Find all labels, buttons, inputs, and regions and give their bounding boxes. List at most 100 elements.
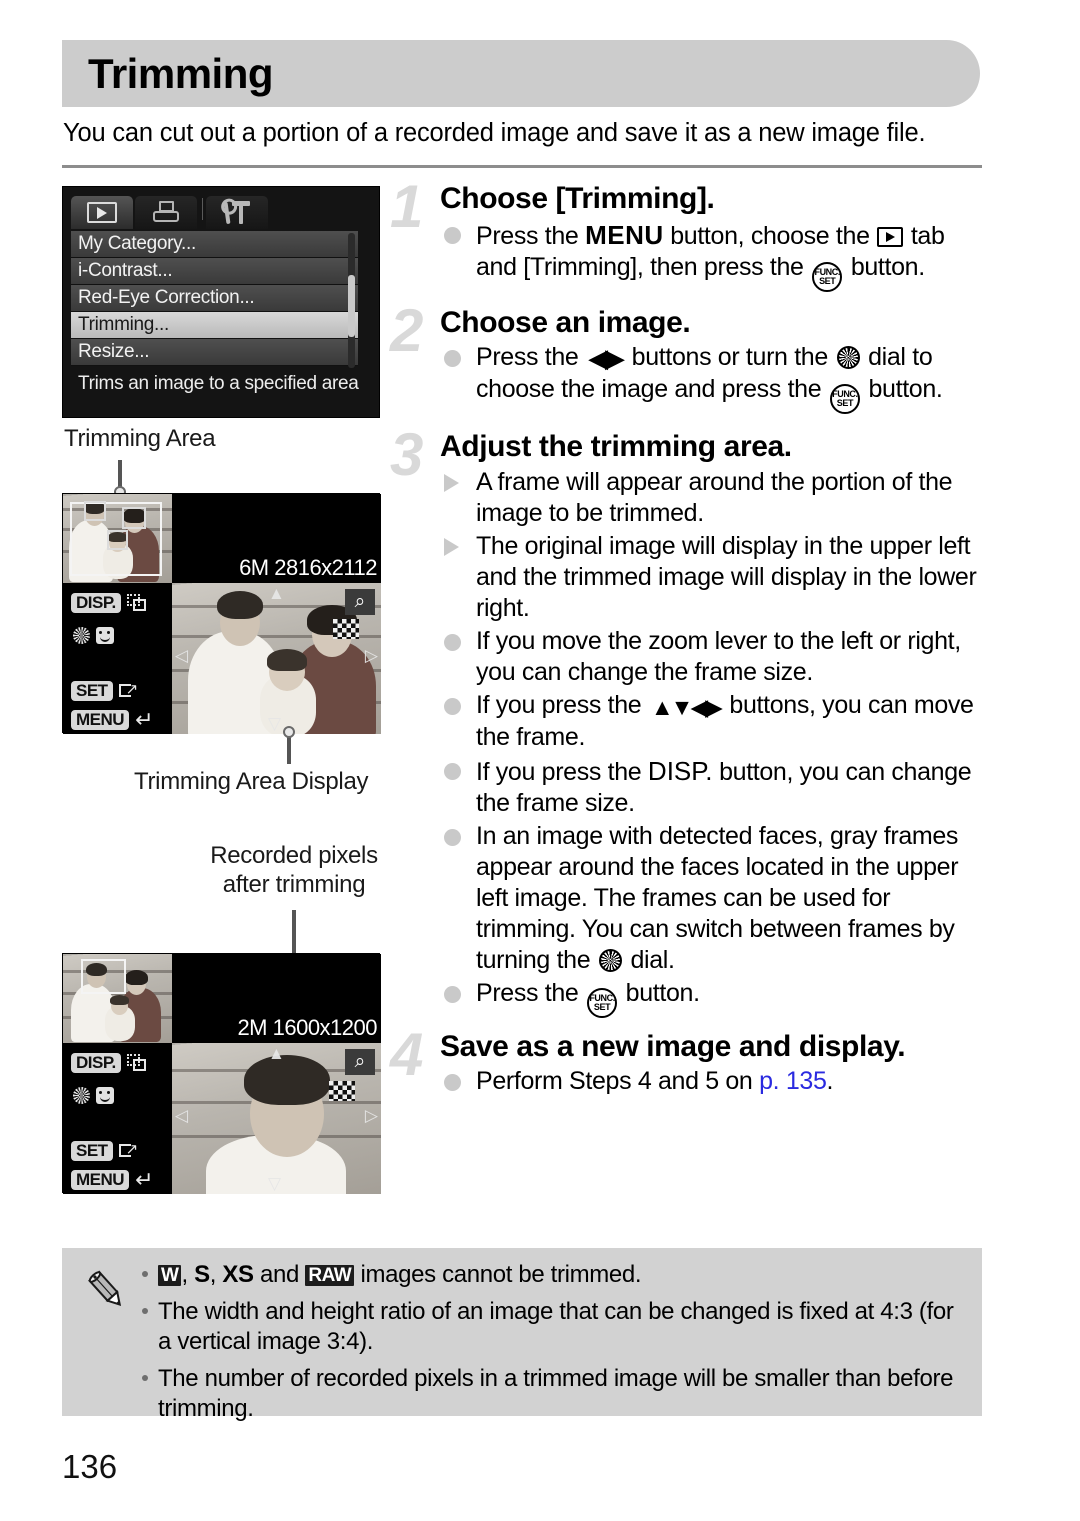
- trimmed-preview: ⌕ ◁ ▷ ▲ ▽: [172, 583, 381, 734]
- disp-button-badge[interactable]: DISP.: [71, 593, 121, 613]
- nav-left-icon[interactable]: ◁: [175, 1107, 188, 1124]
- leader-dot: [283, 726, 295, 738]
- set-button-badge[interactable]: SET: [71, 1141, 113, 1161]
- magnifier-icon[interactable]: ⌕: [345, 1049, 375, 1075]
- step-2: 2 Choose an image. Press the ◀▶ buttons …: [390, 300, 990, 415]
- menu-item-red-eye-correction[interactable]: Red-Eye Correction...: [71, 285, 358, 312]
- nav-down-icon[interactable]: ▽: [268, 1175, 281, 1192]
- step-1: 1 Choose [Trimming]. Press the MENU butt…: [390, 173, 990, 292]
- face-frame: [107, 530, 128, 550]
- step-number: 1: [390, 173, 424, 240]
- bullet-text-part: button, choose the: [663, 221, 877, 250]
- face-select-icon: [96, 1087, 114, 1104]
- bullet-dot-icon: [444, 985, 461, 1003]
- bullet-text-part: Press the: [476, 221, 586, 250]
- menu-item-list: My Category... i-Contrast... Red-Eye Cor…: [71, 231, 371, 368]
- bullet-dot-icon: [444, 828, 461, 846]
- bullet-dot-icon: [444, 698, 461, 716]
- checker-pattern-icon: [333, 619, 359, 639]
- note-joiner: ,: [181, 1261, 195, 1288]
- step-bullet: Press the ◀▶ buttons or turn the dial to…: [440, 342, 990, 415]
- bullet-text-part: button.: [861, 375, 943, 404]
- nav-right-icon[interactable]: ▷: [365, 647, 378, 664]
- step-bullet: If you press the ▲▼◀▶ buttons, you can m…: [440, 690, 990, 753]
- bullet-dot-icon: [444, 634, 461, 652]
- bullet-text-part: .: [826, 1067, 834, 1096]
- print-tab[interactable]: [135, 196, 197, 229]
- figure-two: Recorded pixels after trimming 2M 1600x1…: [62, 842, 381, 1194]
- leader-line-top: [114, 460, 126, 498]
- menu-item-resize[interactable]: Resize...: [71, 339, 358, 366]
- menu-button-badge[interactable]: MENU: [71, 1170, 130, 1190]
- menu-scrollbar-thumb[interactable]: [348, 275, 355, 337]
- note-item: The width and height ratio of an image t…: [140, 1297, 970, 1357]
- menu-item-i-contrast[interactable]: i-Contrast...: [71, 258, 358, 285]
- nav-up-icon[interactable]: ▲: [268, 1045, 285, 1062]
- menu-item-my-category[interactable]: My Category...: [71, 231, 358, 258]
- magnifier-icon[interactable]: ⌕: [345, 589, 375, 615]
- play-icon: [87, 202, 117, 223]
- bullet-dot-icon: [444, 226, 461, 244]
- step-heading: Adjust the trimming area.: [440, 430, 792, 464]
- step-bullet: The original image will display in the u…: [440, 531, 990, 624]
- bullet-triangle-icon: [444, 474, 459, 493]
- notes-list: W, S, XS and RAW images cannot be trimme…: [140, 1260, 970, 1431]
- save-icon: ↗: [118, 682, 138, 699]
- bullet-text-part: Perform Steps 4 and 5 on: [476, 1067, 760, 1096]
- page-reference-link[interactable]: p. 135: [759, 1067, 827, 1095]
- return-arrow-icon: ↵: [135, 1167, 154, 1192]
- callout-recorded-pixels: Recorded pixels after trimming: [204, 841, 384, 900]
- trimming-frame: [81, 959, 126, 994]
- page-title-bar: Trimming: [62, 40, 980, 107]
- nav-right-icon[interactable]: ▷: [365, 1107, 378, 1124]
- settings-tab[interactable]: [206, 196, 268, 229]
- menu-item-label: Trimming...: [78, 314, 169, 335]
- page-number: 136: [62, 1448, 118, 1485]
- callout-trimming-area: Trimming Area: [64, 425, 216, 452]
- menu-button-glyph: MENU: [585, 219, 664, 250]
- step-4: 4 Save as a new image and display. Perfo…: [390, 1024, 990, 1098]
- step-bullet: Perform Steps 4 and 5 on p. 135.: [440, 1066, 990, 1097]
- recorded-pixels-value: 6M 2816x2112: [239, 555, 377, 580]
- original-image-thumbnail: [63, 494, 172, 583]
- nav-up-icon[interactable]: ▲: [268, 585, 285, 602]
- left-right-buttons-glyph: ◀▶: [588, 343, 625, 374]
- printer-icon: [152, 200, 180, 225]
- control-dial-icon: [73, 627, 90, 644]
- menu-scrollbar[interactable]: [348, 233, 355, 368]
- bullet-text-part: In an image with detected faces, gray fr…: [476, 821, 959, 974]
- callout-line-2: after trimming: [222, 871, 366, 899]
- nav-down-icon[interactable]: ▽: [268, 715, 281, 732]
- symbol-w-icon: W: [158, 1265, 182, 1287]
- set-button-badge[interactable]: SET: [71, 681, 113, 701]
- menu-item-trimming[interactable]: Trimming...: [71, 312, 358, 339]
- steps-column: 1 Choose [Trimming]. Press the MENU butt…: [390, 173, 990, 1099]
- bullet-text-part: button.: [844, 252, 925, 281]
- disp-button-glyph: DISP.: [647, 755, 713, 786]
- note-text: images cannot be trimmed.: [354, 1261, 642, 1288]
- nav-left-icon[interactable]: ◁: [175, 647, 188, 664]
- note-item: W, S, XS and RAW images cannot be trimme…: [140, 1260, 970, 1290]
- disp-button-badge[interactable]: DISP.: [71, 1053, 121, 1073]
- note-bullet-icon: [142, 1271, 148, 1277]
- menu-button-badge[interactable]: MENU: [71, 710, 130, 730]
- func-set-button-glyph: FUNC. SET: [829, 384, 860, 415]
- note-joiner: ,: [209, 1261, 223, 1288]
- notes-box: W, S, XS and RAW images cannot be trimme…: [62, 1248, 982, 1422]
- face-frame: [122, 507, 146, 529]
- callout-line-1: Recorded pixels: [210, 842, 378, 869]
- note-bullet-icon: [142, 1375, 148, 1381]
- func-set-button-glyph: FUNC. SET: [812, 261, 843, 292]
- playback-tab-glyph: [877, 226, 904, 247]
- bullet-dot-icon: [444, 1074, 461, 1092]
- bullet-dot-icon: [444, 762, 461, 780]
- step-heading: Choose [Trimming].: [440, 182, 715, 215]
- func-set-button-glyph: FUNC. SET: [587, 987, 618, 1018]
- menu-tab-bar: [71, 193, 371, 229]
- face-select-icon: [96, 627, 114, 644]
- control-dial-glyph: [598, 948, 622, 972]
- playback-tab[interactable]: [71, 196, 133, 229]
- manual-page: Trimming You can cut out a portion of a …: [0, 0, 1080, 1521]
- face-frame: [84, 501, 106, 521]
- return-arrow-icon: ↵: [135, 707, 154, 732]
